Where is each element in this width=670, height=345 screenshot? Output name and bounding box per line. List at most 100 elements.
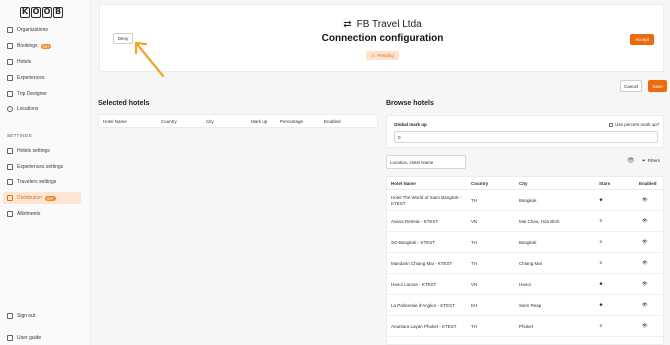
- settings-section-label: SETTINGS: [7, 133, 32, 138]
- sidebar-item-hotels-settings[interactable]: Hotels settings: [7, 146, 50, 156]
- column-header[interactable]: Country: [471, 181, 488, 186]
- sidebar-item-hotels[interactable]: Hotels: [7, 57, 31, 67]
- sign-out-link[interactable]: Sign out: [7, 311, 35, 321]
- bolt-icon: [7, 211, 13, 217]
- globe-icon: [7, 106, 13, 112]
- half-star-icon: ★: [599, 323, 604, 328]
- save-button[interactable]: Save: [648, 80, 667, 92]
- table-row[interactable]: Mandarin Chiang Mai - KTEST TH Chiang Mai ★…: [387, 253, 663, 274]
- sidebar-item-label: Hotels settings: [17, 148, 50, 154]
- document-icon: [7, 335, 13, 341]
- enable-eye-icon[interactable]: 👁: [642, 197, 648, 203]
- hotel-name-cell: Hotel The World of Siam Bangkok - KTEST: [391, 195, 462, 206]
- star-icon: ★: [599, 302, 604, 307]
- status-badge: ⚠ Pending: [366, 51, 399, 60]
- column-header[interactable]: Hotel Name: [391, 181, 416, 186]
- country-cell: TH: [471, 324, 477, 329]
- filters-button[interactable]: ⏷ Filters: [642, 158, 660, 163]
- sidebar-item-experiences-settings[interactable]: Experiences settings: [7, 162, 63, 172]
- column-header[interactable]: Percentage: [280, 119, 303, 124]
- global-markup-input[interactable]: 0: [394, 131, 658, 143]
- sidebar-item-label: Trip Designer: [17, 91, 47, 97]
- sidebar-item-locations[interactable]: Locations: [7, 104, 38, 114]
- column-header[interactable]: Country: [161, 119, 177, 124]
- table-row[interactable]: Hotel The World of Siam Bangkok - KTEST T…: [387, 190, 663, 211]
- hotel-name-cell: Mandarin Chiang Mai - KTEST: [391, 261, 453, 266]
- hotel-search-input[interactable]: Location, Hotel Name: [386, 155, 466, 169]
- partner-name: FB Travel Ltda: [356, 19, 422, 30]
- eye-icon[interactable]: 👁: [627, 157, 635, 164]
- bed-icon: [7, 59, 13, 65]
- enable-eye-icon[interactable]: 👁: [642, 281, 648, 287]
- page-title: Connection configuration: [321, 33, 444, 44]
- selected-hotels-title: Selected hotels: [98, 100, 150, 107]
- sidebar-item-experiences[interactable]: Experiences: [7, 73, 45, 83]
- cancel-button[interactable]: Cancel: [620, 80, 642, 92]
- sidebar-item-organizations[interactable]: Organizations: [7, 25, 48, 35]
- checkbox-box[interactable]: [609, 122, 613, 127]
- country-cell: TH: [471, 198, 477, 203]
- column-header[interactable]: Enabled: [324, 119, 341, 124]
- percent-markup-checkbox[interactable]: Use percent mark up?: [609, 122, 659, 127]
- enable-eye-icon[interactable]: 👁: [642, 302, 648, 308]
- filter-icon: ⏷: [642, 158, 646, 163]
- table-row[interactable]: Avana Retreat - KTEST VN Mai Chau, Hòa Bìn…: [387, 211, 663, 232]
- status-label: Pending: [377, 53, 394, 58]
- city-cell: Chiang Mai: [519, 261, 542, 266]
- country-cell: VN: [471, 282, 478, 287]
- enable-eye-icon[interactable]: 👁: [642, 260, 648, 266]
- layers-icon: [7, 75, 13, 81]
- column-header[interactable]: Enabled: [639, 181, 657, 186]
- country-cell: VN: [471, 219, 478, 224]
- sidebar: K O O B Organizations Bookings 99+ Hotels…: [0, 0, 91, 345]
- building-icon: [7, 27, 13, 33]
- column-header[interactable]: Stars: [599, 181, 610, 186]
- sidebar-item-bookings[interactable]: Bookings 99+: [7, 41, 52, 51]
- link-icon: [7, 195, 13, 201]
- sidebar-item-trip-designer[interactable]: Trip Designer: [7, 89, 47, 99]
- enable-eye-icon[interactable]: 👁: [642, 218, 648, 224]
- city-cell: Hanoi: [519, 282, 531, 287]
- hotel-name-cell: La Palmeraie d'Angkor - KTEST: [391, 303, 455, 308]
- enable-eye-icon[interactable]: 👁: [642, 323, 648, 329]
- sidebar-item-allotments[interactable]: Allotments: [7, 209, 40, 219]
- half-star-icon: ★: [599, 218, 604, 223]
- city-cell: Bangkok: [519, 198, 537, 203]
- table-row[interactable]: Anantara Layan Phuket - KTESTTHPhuket★★★…: [387, 316, 663, 337]
- column-header[interactable]: Mark up: [251, 119, 267, 124]
- bookings-icon: [7, 43, 13, 49]
- koob-logo[interactable]: K O O B: [20, 7, 63, 18]
- user-guide-link[interactable]: User guide: [7, 333, 41, 343]
- global-markup-label: Global mark up: [394, 122, 427, 127]
- count-badge: 99+: [45, 195, 56, 201]
- column-header[interactable]: City: [206, 119, 214, 124]
- sidebar-item-label: Organizations: [17, 27, 48, 33]
- sidebar-item-distribution[interactable]: Distribution 99+: [3, 192, 81, 204]
- column-header[interactable]: Hotel Name: [103, 119, 127, 124]
- sidebar-item-label: Distribution: [17, 195, 43, 201]
- hotel-name-cell: SO-Bangkok - KTEST: [391, 240, 436, 245]
- logo-letter: O: [31, 7, 41, 18]
- sidebar-item-label: Locations: [17, 106, 39, 112]
- city-cell: Mai Chau, Hòa Bình: [519, 219, 560, 224]
- accept-button[interactable]: Accept: [630, 34, 654, 45]
- browse-hotels-title: Browse hotels: [386, 100, 434, 107]
- table-row[interactable]: Hanoi Larosa - KTEST VN Hanoi ★ ★ ★ ★ 👁: [387, 274, 663, 295]
- sidebar-item-travelers-settings[interactable]: Travelers settings: [7, 177, 56, 187]
- browse-hotels-table: Hotel Name Country City Stars Enabled Ho…: [386, 176, 664, 345]
- city-cell: Siem Reap: [519, 303, 542, 308]
- bed-icon: [7, 148, 13, 154]
- half-star-icon: ★: [599, 239, 604, 244]
- logo-letter: K: [20, 7, 30, 18]
- country-cell: TH: [471, 261, 477, 266]
- selected-hotels-table: Hotel Name Country City Mark up Percenta…: [98, 114, 378, 128]
- column-header[interactable]: City: [519, 181, 528, 186]
- sidebar-item-label: Experiences settings: [17, 164, 64, 170]
- enable-eye-icon[interactable]: 👁: [642, 239, 648, 245]
- star-icon: ★: [599, 281, 604, 286]
- table-row[interactable]: La Palmeraie d'Angkor - KTEST KH Siem Reap…: [387, 295, 663, 316]
- logo-letter: O: [42, 7, 52, 18]
- table-row[interactable]: SO-Bangkok - KTESTTHBangkok★★★★★👁: [387, 232, 663, 253]
- hotel-name-cell: Anantara Layan Phuket - KTEST: [391, 324, 457, 329]
- count-badge: 99+: [40, 43, 52, 49]
